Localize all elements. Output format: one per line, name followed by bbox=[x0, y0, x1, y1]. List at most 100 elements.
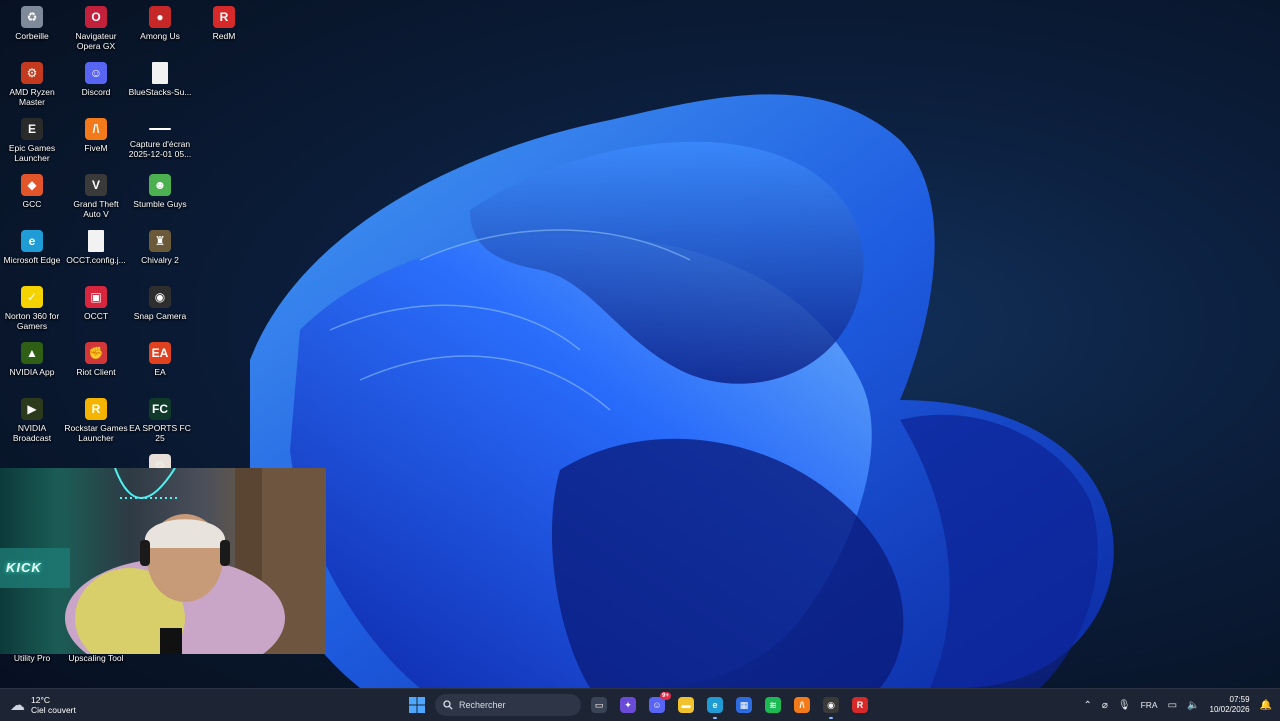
search-icon bbox=[443, 700, 453, 710]
display-icon[interactable]: ▭ bbox=[1168, 700, 1177, 711]
desktop-icon[interactable]: OCCT.config.j... bbox=[64, 226, 128, 280]
copilot-icon: ✦ bbox=[620, 697, 636, 713]
desktop-icon[interactable]: ♻ Corbeille bbox=[0, 2, 64, 56]
taskbar-center: Rechercher ▭ ✦ ☺ 9+ ▬ e ▦ ≋ /\ ◉ R bbox=[406, 692, 871, 719]
chevron-up-icon[interactable]: ⌃ bbox=[1083, 700, 1091, 711]
desktop-icon[interactable]: E Epic Games Launcher bbox=[0, 114, 64, 168]
file-explorer-button[interactable]: ▬ bbox=[675, 694, 697, 716]
start-button[interactable] bbox=[406, 694, 428, 716]
spotify-icon: ≋ bbox=[765, 697, 781, 713]
desktop-icon-label: Discord bbox=[81, 87, 111, 97]
gcc-icon: ◆ bbox=[21, 174, 43, 196]
folder-icon: ▬ bbox=[678, 697, 694, 713]
weather-temp: 12°C bbox=[31, 695, 50, 705]
desktop-icon-label: OCCT.config.j... bbox=[66, 255, 126, 265]
running-indicator bbox=[829, 717, 833, 719]
desktop-icon[interactable]: ♜ Chivalry 2 bbox=[128, 226, 192, 280]
norton-icon: ✓ bbox=[21, 286, 43, 308]
network-off-icon[interactable]: ⌀ bbox=[1102, 700, 1108, 711]
desktop-icon[interactable]: ▣ OCCT bbox=[64, 282, 128, 336]
fivem-icon: /\ bbox=[85, 118, 107, 140]
speaker-icon[interactable]: 🔈 bbox=[1187, 700, 1199, 711]
desktop-icon-label: FiveM bbox=[84, 143, 108, 153]
desktop-icon-label: RedM bbox=[212, 31, 236, 41]
desktop-icon-label: Upscaling Tool bbox=[68, 653, 124, 663]
clock[interactable]: 07:59 10/02/2026 bbox=[1210, 695, 1250, 715]
rockstar-icon: R bbox=[85, 398, 107, 420]
microphone-icon[interactable]: 🎙 bbox=[1118, 700, 1131, 711]
kick-sign: KICK bbox=[6, 560, 42, 575]
desktop-icon-label: Utility Pro bbox=[13, 653, 51, 663]
desktop-icon[interactable]: V Grand Theft Auto V bbox=[64, 170, 128, 224]
clock-time: 07:59 bbox=[1229, 695, 1250, 704]
desktop-icon-label: Navigateur Opera GX bbox=[75, 31, 117, 51]
desktop-icon-label: Epic Games Launcher bbox=[8, 143, 56, 163]
search-placeholder: Rechercher bbox=[459, 700, 506, 710]
ea-icon: EA bbox=[149, 342, 171, 364]
desktop-icon[interactable]: ☺ bbox=[128, 450, 192, 476]
desktop-icon[interactable]: ⚙ AMD Ryzen Master bbox=[0, 58, 64, 112]
desktop-icon-label: Microsoft Edge bbox=[3, 255, 61, 265]
desktop-icon[interactable]: ✓ Norton 360 for Gamers bbox=[0, 282, 64, 336]
occt-icon: ▣ bbox=[85, 286, 107, 308]
edge-icon: e bbox=[707, 697, 723, 713]
desktop-icon[interactable]: ● Among Us bbox=[128, 2, 192, 56]
obs-taskbar-button[interactable]: ◉ bbox=[820, 694, 842, 719]
discord-taskbar-button[interactable]: ☺ 9+ bbox=[646, 692, 671, 716]
redm-taskbar-button[interactable]: R bbox=[849, 694, 871, 716]
fivem-taskbar-button[interactable]: /\ bbox=[791, 694, 813, 716]
desktop-icon-label: Snap Camera bbox=[133, 311, 187, 321]
spotify-button[interactable]: ≋ bbox=[762, 694, 784, 716]
desktop-icon[interactable]: EA EA bbox=[128, 338, 192, 392]
windows-logo-icon bbox=[409, 697, 425, 713]
desktop-icon-label: Among Us bbox=[140, 31, 180, 41]
copilot-button[interactable]: ✦ bbox=[617, 694, 639, 716]
desktop-icon[interactable]: Capture d'écran 2025-12-01 05... bbox=[128, 114, 192, 168]
webcam-overlay: KICK bbox=[0, 468, 326, 654]
epic-games-icon: E bbox=[21, 118, 43, 140]
desktop-icon-label: BlueStacks-Su... bbox=[128, 87, 192, 97]
redm-icon: R bbox=[213, 6, 235, 28]
notification-icon[interactable]: 🔔 bbox=[1260, 700, 1272, 711]
file-icon bbox=[152, 62, 168, 84]
desktop-icon[interactable]: ◆ GCC bbox=[0, 170, 64, 224]
nvidia-app-icon: ▲ bbox=[21, 342, 43, 364]
store-button[interactable]: ▦ bbox=[733, 694, 755, 716]
language-indicator[interactable]: FRA bbox=[1141, 700, 1158, 710]
desktop-icon[interactable]: R RedM bbox=[192, 2, 256, 56]
desktop-icon[interactable]: BlueStacks-Su... bbox=[128, 58, 192, 112]
desktop-icon[interactable]: FC EA SPORTS FC 25 bbox=[128, 394, 192, 448]
snap-camera-icon: ◉ bbox=[149, 286, 171, 308]
task-view-button[interactable]: ▭ bbox=[588, 694, 610, 716]
fivem-icon: /\ bbox=[794, 697, 810, 713]
chivalry-2-icon: ♜ bbox=[149, 230, 171, 252]
among-us-icon: ● bbox=[149, 6, 171, 28]
screenshot-file-icon bbox=[149, 128, 171, 130]
desktop-icon[interactable]: ◉ Snap Camera bbox=[128, 282, 192, 336]
edge-taskbar-button[interactable]: e bbox=[704, 694, 726, 719]
store-icon: ▦ bbox=[736, 697, 752, 713]
amd-ryzen-master-icon: ⚙ bbox=[21, 62, 43, 84]
system-tray: ⌃ ⌀ 🎙 FRA ▭ 🔈 07:59 10/02/2026 🔔 bbox=[1083, 692, 1280, 718]
desktop-icon[interactable]: ✊ Riot Client bbox=[64, 338, 128, 392]
desktop-icon[interactable]: O Navigateur Opera GX bbox=[64, 2, 128, 56]
desktop-icon[interactable]: R Rockstar Games Launcher bbox=[64, 394, 128, 448]
taskbar-search[interactable]: Rechercher bbox=[435, 694, 581, 716]
desktop-icon-label: Rockstar Games Launcher bbox=[64, 423, 128, 443]
desktop-icon[interactable]: /\ FiveM bbox=[64, 114, 128, 168]
opera-gx-icon: O bbox=[85, 6, 107, 28]
desktop-icon[interactable]: e Microsoft Edge bbox=[0, 226, 64, 280]
discord-icon: ☺ bbox=[85, 62, 107, 84]
desktop-icon[interactable]: ☻ Stumble Guys bbox=[128, 170, 192, 224]
desktop-icon[interactable]: ☺ Discord bbox=[64, 58, 128, 112]
desktop-icon-label: Grand Theft Auto V bbox=[73, 199, 119, 219]
desktop-icon[interactable]: ▶ NVIDIA Broadcast bbox=[0, 394, 64, 448]
desktop-icon[interactable]: ▲ NVIDIA App bbox=[0, 338, 64, 392]
desktop-icon-label: EA SPORTS FC 25 bbox=[129, 423, 191, 443]
desktop-icon-label: Stumble Guys bbox=[133, 199, 187, 209]
obs-icon: ◉ bbox=[823, 697, 839, 713]
desktop-icon-label: AMD Ryzen Master bbox=[9, 87, 55, 107]
weather-widget[interactable]: ☁ 12°C Ciel couvert bbox=[10, 692, 76, 718]
webcam-feed-image bbox=[0, 468, 326, 654]
gta-v-icon: V bbox=[85, 174, 107, 196]
